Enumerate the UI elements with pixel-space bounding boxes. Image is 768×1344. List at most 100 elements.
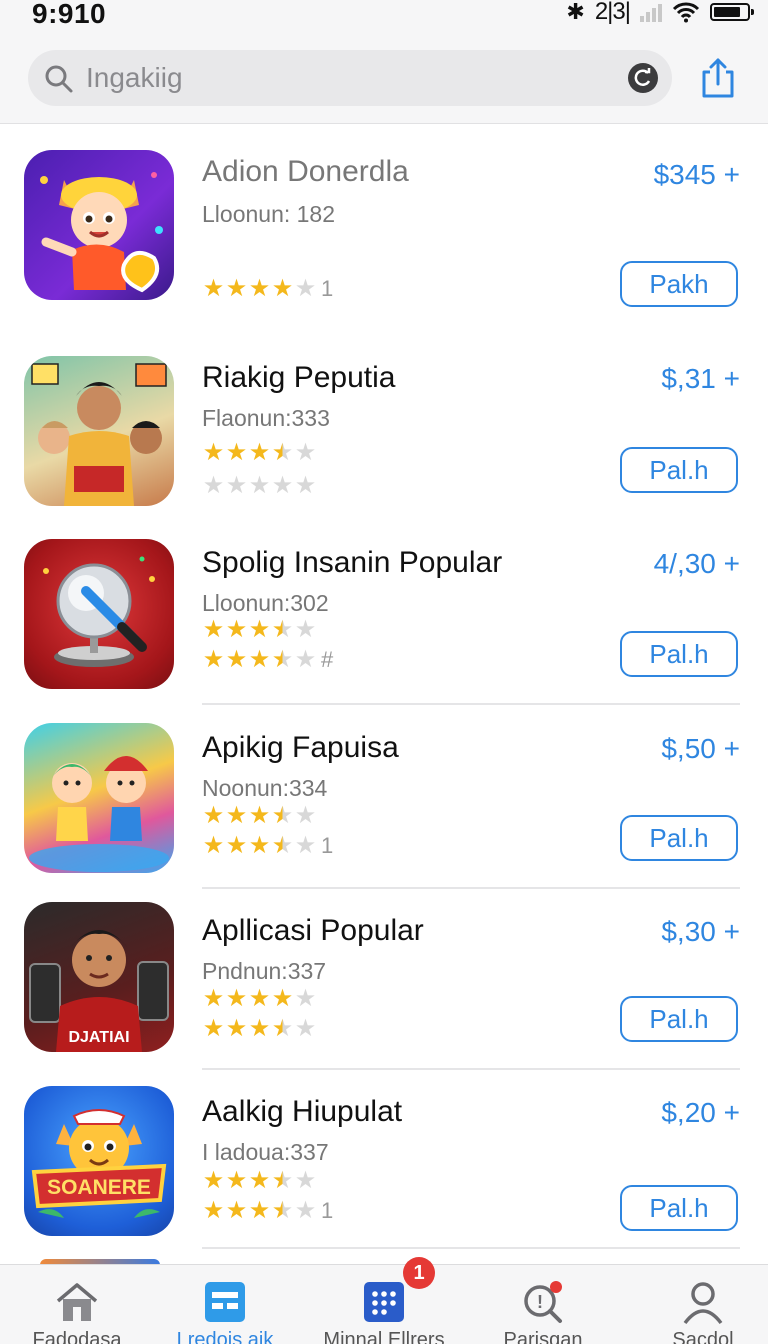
- app-icon[interactable]: DJATIAI: [24, 902, 174, 1052]
- search-input[interactable]: [86, 58, 606, 98]
- star-icon: ★: [294, 646, 317, 673]
- star-icon: ★: [294, 439, 317, 466]
- wifi-icon: [672, 2, 700, 23]
- svg-text:!: !: [537, 1292, 543, 1312]
- star-icon: ★: [271, 439, 294, 466]
- two-kids-cartoon-icon: [29, 756, 169, 872]
- star-rating-secondary: ★ ★ ★ ★ ★: [202, 1017, 317, 1041]
- star-icon: ★: [271, 1167, 294, 1194]
- app-icon[interactable]: [24, 356, 174, 506]
- get-button[interactable]: Pal.h: [620, 815, 738, 861]
- app-icon[interactable]: [24, 150, 174, 300]
- tab-home[interactable]: Fadodasa: [0, 1265, 154, 1344]
- star-icon: ★: [202, 439, 225, 466]
- list-item[interactable]: SOANERE Aalkig Hiupulat I ladoua:337 ★ ★ ★…: [0, 1069, 768, 1249]
- star-icon: ★: [202, 616, 225, 643]
- get-button[interactable]: Pal.h: [620, 1185, 738, 1231]
- star-icon: ★: [202, 985, 225, 1012]
- star-rating: ★ ★ ★ ★ ★: [202, 618, 317, 642]
- status-time: 9:910: [32, 0, 107, 29]
- star-icon: ★: [294, 275, 317, 302]
- tab-profile[interactable]: Sacdol: [626, 1265, 768, 1344]
- app-price: $345 +: [653, 159, 740, 190]
- man-with-phones-icon: DJATIAI: [29, 930, 169, 1052]
- app-icon[interactable]: SOANERE: [24, 1086, 174, 1236]
- app-name: Adion Donerdla: [202, 155, 409, 188]
- star-icon: ★: [294, 1197, 317, 1224]
- get-button[interactable]: Pal.h: [620, 631, 738, 677]
- app-downloads: I ladoua:337: [202, 1139, 329, 1165]
- home-icon: [56, 1283, 98, 1321]
- star-icon: ★: [248, 1015, 271, 1042]
- star-icon: ★: [202, 1015, 225, 1042]
- app-downloads: Noonun:334: [202, 775, 328, 801]
- list-item[interactable]: [0, 1249, 768, 1265]
- rating-count: 1: [321, 1198, 334, 1223]
- app-icon[interactable]: [24, 723, 174, 873]
- star-icon: ★: [294, 616, 317, 643]
- star-icon: ★: [225, 275, 248, 302]
- share-button[interactable]: [698, 56, 738, 100]
- app-icon[interactable]: [24, 539, 174, 689]
- star-icon: ★: [248, 985, 271, 1012]
- star-icon: ★: [271, 1197, 294, 1224]
- star-icon: ★: [202, 802, 225, 829]
- app-name: Aalkig Hiupulat: [202, 1095, 403, 1128]
- star-icon: ★: [202, 1197, 225, 1224]
- star-rating: ★ ★ ★ ★ ★: [202, 987, 317, 1011]
- search-header: [0, 34, 768, 124]
- list-item[interactable]: Adion Donerdla Lloonun: 182 ★ ★ ★ ★ ★ 1 $345 …: [0, 125, 768, 335]
- star-rating: ★ ★ ★ ★ ★: [202, 441, 317, 465]
- get-button[interactable]: Pal.h: [620, 447, 738, 493]
- list-item[interactable]: Riakig Peputia Flaonun:333 ★ ★ ★ ★ ★ ★ ★ ★ ★ ★ $…: [0, 335, 768, 520]
- star-icon: ★: [202, 275, 225, 302]
- star-icon: ★: [294, 1167, 317, 1194]
- status-icons: ✱ 2|3|: [566, 0, 754, 25]
- star-icon: ★: [225, 1167, 248, 1194]
- rating-count: 1: [321, 276, 334, 301]
- star-icon: ★: [248, 802, 271, 829]
- list-item[interactable]: Spolig Insanin Popular Lloonun:302 ★ ★ ★ ★ ★…: [0, 520, 768, 705]
- rating-count: 1: [321, 833, 334, 858]
- star-icon: ★: [271, 832, 294, 859]
- cat-badge-icon: SOANERE: [31, 1109, 167, 1218]
- star-rating-secondary: ★ ★ ★ ★ ★: [202, 474, 317, 498]
- app-downloads: Pndnun:337: [202, 958, 327, 984]
- star-icon: ★: [225, 802, 248, 829]
- get-button[interactable]: Pal.h: [620, 996, 738, 1042]
- search-bar[interactable]: [28, 50, 672, 106]
- list-item[interactable]: Apikig Fapuisa Noonun:334 ★ ★ ★ ★ ★ ★ ★ ★ ★ ★ 1 $…: [0, 705, 768, 889]
- star-icon: ★: [271, 985, 294, 1012]
- app-price: $,20 +: [661, 1097, 740, 1128]
- star-icon: ★: [202, 832, 225, 859]
- star-icon: ★: [202, 646, 225, 673]
- clear-search-button[interactable]: [628, 63, 658, 93]
- list-item[interactable]: DJATIAI Apllicasi Popular Pndnun:337 ★ ★ ★…: [0, 888, 768, 1070]
- notification-badge: 1: [403, 1257, 435, 1289]
- app-downloads: Lloonun:302: [202, 590, 329, 616]
- star-icon: ★: [271, 1015, 294, 1042]
- tab-label: Sacdol: [672, 1329, 734, 1344]
- star-icon: ★: [202, 1167, 225, 1194]
- app-name: Spolig Insanin Popular: [202, 546, 503, 579]
- bluetooth-icon: ✱: [566, 0, 585, 24]
- get-button[interactable]: Pakh: [620, 261, 738, 307]
- svg-text:SOANERE: SOANERE: [47, 1176, 151, 1199]
- star-icon: ★: [248, 1197, 271, 1224]
- star-icon: ★: [248, 472, 271, 499]
- battery-icon: [710, 3, 754, 21]
- tab-search[interactable]: ! Parisgan: [466, 1265, 620, 1344]
- app-downloads: Flaonun:333: [202, 405, 330, 431]
- tab-updates[interactable]: 1 Minnal Ellrers: [307, 1257, 461, 1344]
- star-icon: ★: [271, 802, 294, 829]
- star-rating-secondary: ★ ★ ★ ★ ★ 1: [202, 1197, 334, 1224]
- tab-label: Fadodasa: [32, 1329, 122, 1344]
- signal-icon: [640, 2, 662, 22]
- search-alert-icon: !: [524, 1281, 562, 1323]
- tab-apps[interactable]: Lredois aik: [148, 1265, 302, 1344]
- star-icon: ★: [225, 616, 248, 643]
- rating-count: #: [321, 647, 334, 672]
- tab-label: Parisgan: [503, 1329, 583, 1344]
- star-icon: ★: [294, 985, 317, 1012]
- star-rating: ★ ★ ★ ★ ★ 1: [202, 275, 334, 302]
